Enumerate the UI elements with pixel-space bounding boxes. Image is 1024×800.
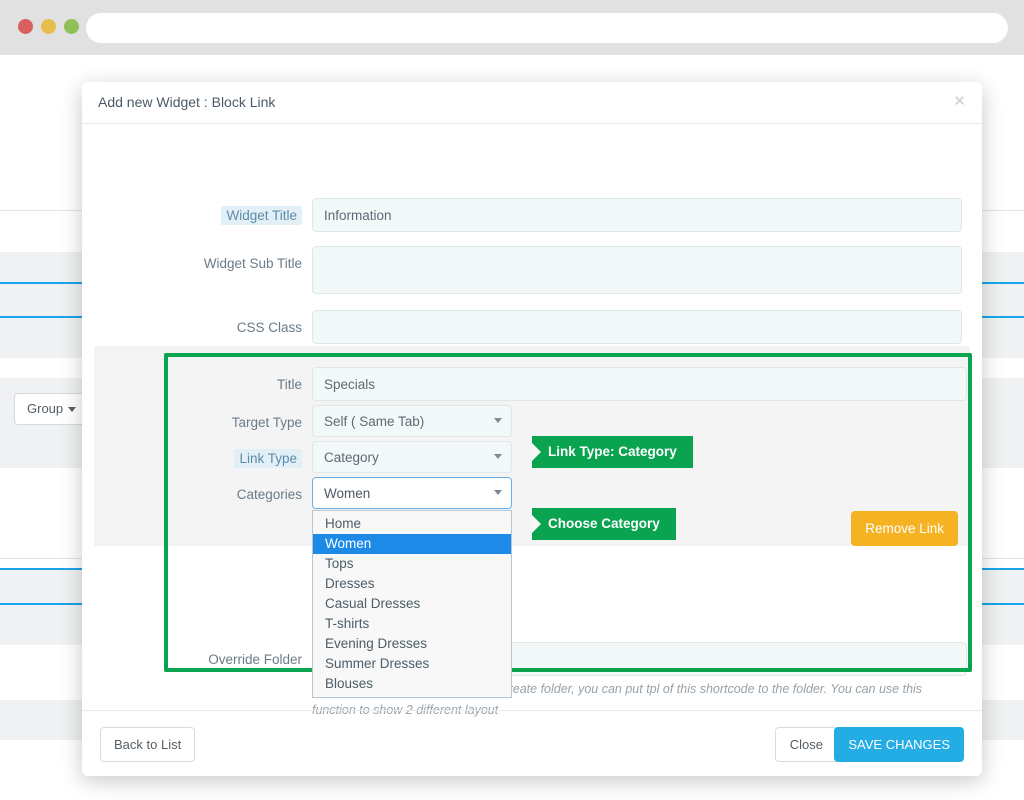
chevron-down-icon [494, 418, 502, 423]
traffic-lights [18, 19, 79, 34]
field-row-target-type: Target Type Self ( Same Tab) [82, 405, 982, 437]
title-control: Specials [312, 367, 967, 401]
override-folder-label: Override Folder [208, 652, 302, 667]
back-to-list-button[interactable]: Back to List [100, 727, 196, 762]
dropdown-option-summer-dresses[interactable]: Summer Dresses [313, 654, 511, 674]
modal-header: Add new Widget : Block Link ✕ [82, 82, 982, 124]
field-row-categories: Categories Women Home Women Tops Dresses… [82, 477, 982, 698]
target-type-select[interactable]: Self ( Same Tab) [312, 405, 512, 437]
categories-label: Categories [236, 487, 302, 502]
window-close-button[interactable] [18, 19, 33, 34]
field-row-widget-title: Widget Title Information [82, 198, 982, 232]
modal-body: Widget Title Information Widget Sub Titl… [82, 124, 982, 734]
css-class-input[interactable] [312, 310, 962, 344]
widget-sub-title-control [312, 246, 962, 294]
save-changes-button[interactable]: SAVE CHANGES [834, 727, 964, 762]
title-input[interactable]: Specials [312, 367, 967, 401]
link-type-label: Link Type [82, 441, 312, 468]
dropdown-option-home[interactable]: Home [313, 514, 511, 534]
close-button[interactable]: Close [774, 727, 838, 762]
target-type-value: Self ( Same Tab) [324, 414, 425, 429]
callout-choose-category: Choose Category [532, 508, 676, 540]
group-dropdown-label: Group [27, 401, 64, 416]
chevron-down-icon [494, 490, 502, 495]
widget-sub-title-input[interactable] [312, 246, 962, 294]
categories-dropdown-list[interactable]: Home Women Tops Dresses Casual Dresses T… [312, 510, 512, 698]
field-row-override-folder: Override Folder [82, 642, 982, 676]
widget-title-input[interactable]: Information [312, 198, 962, 232]
link-type-select[interactable]: Category [312, 441, 512, 473]
add-widget-modal: Add new Widget : Block Link ✕ Widget Tit… [82, 82, 982, 776]
categories-control: Women Home Women Tops Dresses Casual Dre… [312, 477, 512, 698]
widget-title-control: Information [312, 198, 962, 232]
dropdown-option-women[interactable]: Women [313, 534, 511, 554]
link-type-control: Category [312, 441, 512, 473]
dropdown-option-evening-dresses[interactable]: Evening Dresses [313, 634, 511, 654]
remove-link-button[interactable]: Remove Link [851, 511, 958, 546]
close-icon[interactable]: ✕ [953, 94, 966, 109]
widget-title-label: Widget Title [82, 198, 312, 225]
group-dropdown-button[interactable]: Group [14, 393, 90, 425]
categories-value: Women [324, 486, 371, 501]
field-row-widget-sub-title: Widget Sub Title [82, 246, 982, 294]
widget-sub-title-label: Widget Sub Title [203, 256, 302, 271]
modal-footer: Back to List Close SAVE CHANGES [82, 710, 982, 776]
browser-chrome [0, 0, 1024, 55]
target-type-control: Self ( Same Tab) [312, 405, 512, 437]
css-class-control [312, 310, 962, 344]
window-maximize-button[interactable] [64, 19, 79, 34]
dropdown-option-tops[interactable]: Tops [313, 554, 511, 574]
dropdown-option-blouses[interactable]: Blouses [313, 674, 511, 694]
dropdown-option-t-shirts[interactable]: T-shirts [313, 614, 511, 634]
field-row-title: Title Specials [82, 367, 982, 401]
field-row-css-class: CSS Class [82, 310, 982, 344]
target-type-label: Target Type [231, 415, 302, 430]
chevron-down-icon [68, 407, 77, 413]
title-label: Title [276, 377, 302, 392]
chevron-down-icon [494, 454, 502, 459]
dropdown-option-casual-dresses[interactable]: Casual Dresses [313, 594, 511, 614]
css-class-label: CSS Class [236, 320, 302, 335]
categories-select[interactable]: Women [312, 477, 512, 509]
callout-link-type: Link Type: Category [532, 436, 693, 468]
url-input[interactable] [86, 13, 1008, 43]
page-title: Add new Widget : Block Link [98, 94, 276, 110]
dropdown-option-dresses[interactable]: Dresses [313, 574, 511, 594]
link-type-value: Category [324, 450, 379, 465]
window-minimize-button[interactable] [41, 19, 56, 34]
